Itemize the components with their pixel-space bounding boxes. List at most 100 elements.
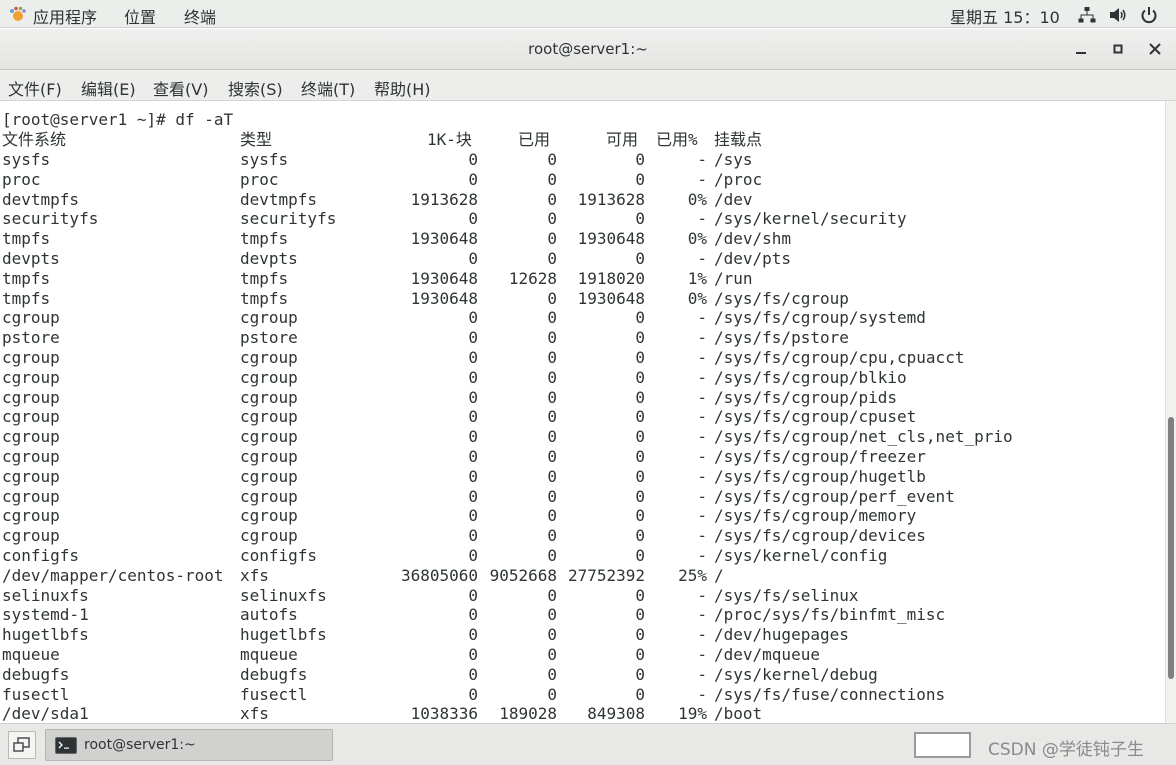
cell-available: 1918020	[577, 268, 645, 288]
show-desktop-button[interactable]	[8, 731, 36, 759]
cell-mount-point: /sys/fs/cgroup/cpuset	[714, 407, 917, 427]
bottom-panel: root@server1:~ CSDN @学徒钝子生	[0, 723, 1176, 765]
cell-fs-type: cgroup	[240, 466, 298, 486]
cell-available: 0	[635, 526, 645, 546]
network-icon[interactable]	[1078, 6, 1096, 24]
cell-blocks: 0	[468, 546, 478, 565]
cell-filesystem: cgroup	[2, 526, 60, 546]
cell-filesystem: debugfs	[2, 664, 70, 684]
cell-filesystem: cgroup	[2, 427, 60, 447]
cell-fs-type: cgroup	[240, 387, 298, 407]
taskbar-terminal-task[interactable]: root@server1:~	[45, 729, 333, 761]
cell-used: 9052668	[489, 565, 557, 585]
window-title: root@server1:~	[528, 40, 648, 58]
applications-menu[interactable]: 应用程序	[33, 4, 97, 28]
cell-mount-point: /sys/fs/fuse/connections	[714, 684, 946, 704]
cell-available: 1930648	[577, 229, 645, 249]
cell-use-percent: 1%	[687, 268, 707, 288]
cell-fs-type: cgroup	[240, 407, 298, 427]
menu-file[interactable]: 文件(F)	[8, 76, 62, 100]
cell-use-percent: -	[697, 645, 707, 664]
cell-used: 0	[547, 684, 557, 704]
cell-available: 0	[635, 387, 645, 407]
cell-used: 189028	[499, 704, 557, 723]
places-menu[interactable]: 位置	[124, 4, 156, 28]
cell-available: 0	[635, 546, 645, 565]
cell-use-percent: -	[697, 150, 707, 169]
cell-used: 0	[547, 447, 557, 466]
cell-used: 0	[547, 664, 557, 684]
cell-blocks: 0	[468, 506, 478, 526]
cell-used: 0	[547, 526, 557, 546]
minimize-icon[interactable]	[1074, 42, 1088, 56]
cell-fs-type: cgroup	[240, 367, 298, 387]
window-titlebar[interactable]: root@server1:~	[0, 29, 1176, 70]
cell-available: 27752392	[567, 565, 645, 585]
maximize-icon[interactable]	[1111, 42, 1125, 56]
scrollbar-thumb[interactable]	[1168, 417, 1174, 679]
cell-available: 0	[635, 605, 645, 625]
cell-used: 0	[547, 367, 557, 387]
workspace-switcher[interactable]	[914, 732, 971, 758]
cell-use-percent: -	[697, 625, 707, 645]
header-use-percent: 已用%	[656, 130, 698, 149]
df-header-row: 文件系统 类型 1K-块 已用 可用 已用% 挂载点	[2, 130, 762, 150]
cell-available: 0	[635, 664, 645, 684]
clock[interactable]: 星期五 15：10	[950, 4, 1060, 28]
cell-filesystem: securityfs	[2, 209, 99, 229]
menu-terminal[interactable]: 终端(T)	[301, 76, 355, 100]
cell-filesystem: cgroup	[2, 407, 60, 427]
cell-fs-type: devtmpfs	[240, 189, 318, 209]
cell-fs-type: cgroup	[240, 486, 298, 506]
cell-available: 0	[635, 209, 645, 229]
menu-search[interactable]: 搜索(S)	[228, 76, 283, 100]
cell-available: 1930648	[577, 288, 645, 308]
cell-filesystem: /dev/sda1	[2, 704, 89, 723]
cell-filesystem: tmpfs	[2, 229, 51, 249]
menu-edit[interactable]: 编辑(E)	[81, 76, 136, 100]
cell-fs-type: cgroup	[240, 348, 298, 367]
cell-use-percent: -	[697, 447, 707, 466]
volume-icon[interactable]	[1109, 6, 1127, 24]
menu-view[interactable]: 查看(V)	[153, 76, 208, 100]
terminal-icon	[55, 737, 77, 754]
cell-mount-point: /boot	[714, 704, 763, 723]
cell-blocks: 0	[468, 645, 478, 664]
cell-mount-point: /dev/pts	[714, 249, 792, 268]
cell-blocks: 0	[468, 308, 478, 328]
terminal-scrollbar[interactable]	[1165, 101, 1176, 723]
cell-available: 0	[635, 684, 645, 704]
cell-blocks: 0	[468, 348, 478, 367]
cell-mount-point: /sys/fs/cgroup/systemd	[714, 308, 926, 328]
cell-use-percent: 0%	[687, 288, 707, 308]
cell-blocks: 0	[468, 466, 478, 486]
terminal-area[interactable]: [root@server1 ~]# df -aT 文件系统 类型 1K-块 已用…	[0, 101, 1165, 723]
cell-used: 0	[547, 348, 557, 367]
terminal-app-menu[interactable]: 终端	[184, 4, 216, 28]
cell-blocks: 0	[468, 367, 478, 387]
cell-filesystem: pstore	[2, 328, 60, 348]
close-icon[interactable]	[1148, 42, 1162, 56]
cell-blocks: 0	[468, 427, 478, 447]
cell-use-percent: -	[697, 585, 707, 605]
menu-help[interactable]: 帮助(H)	[374, 76, 431, 100]
cell-mount-point: /sys/fs/cgroup/freezer	[714, 447, 926, 466]
cell-blocks: 0	[468, 664, 478, 684]
cell-fs-type: fusectl	[240, 684, 308, 704]
cell-blocks: 0	[468, 684, 478, 704]
cell-filesystem: cgroup	[2, 506, 60, 526]
cell-filesystem: cgroup	[2, 466, 60, 486]
header-available: 可用	[606, 130, 639, 149]
cell-filesystem: fusectl	[2, 684, 70, 704]
cell-use-percent: -	[697, 506, 707, 526]
cell-blocks: 0	[468, 169, 478, 189]
cell-blocks: 0	[468, 407, 478, 427]
cell-used: 0	[547, 605, 557, 625]
cell-blocks: 0	[468, 249, 478, 268]
cell-fs-type: devpts	[240, 249, 298, 268]
cell-mount-point: /sys/fs/cgroup/pids	[714, 387, 898, 407]
cell-filesystem: proc	[2, 169, 41, 189]
power-icon[interactable]	[1140, 6, 1158, 24]
cell-mount-point: /sys/kernel/security	[714, 209, 907, 229]
cell-mount-point: /proc/sys/fs/binfmt_misc	[714, 605, 946, 625]
